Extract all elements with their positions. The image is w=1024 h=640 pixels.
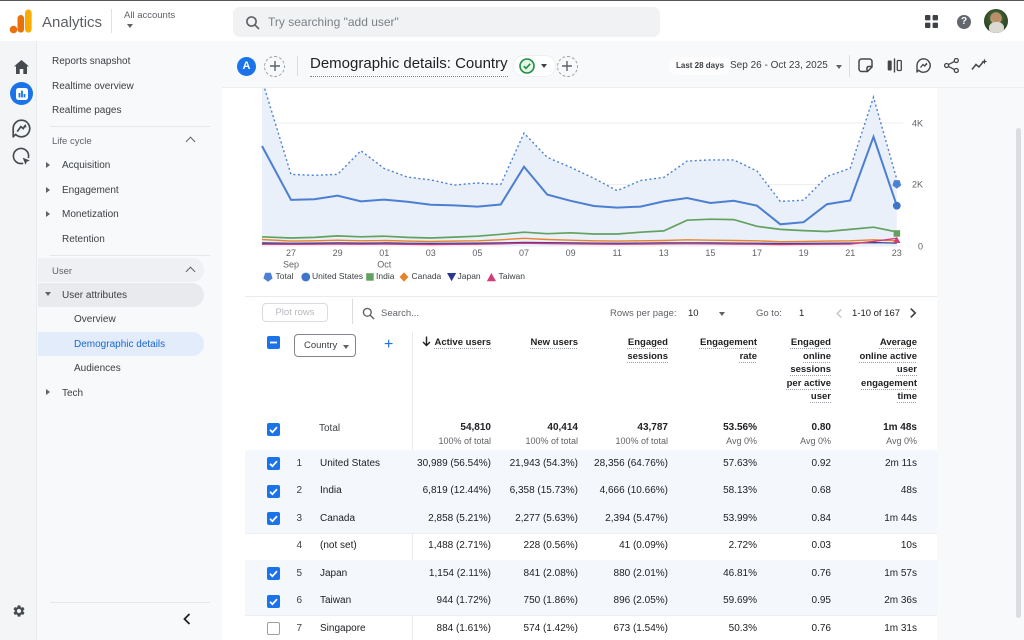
svg-text:Oct: Oct xyxy=(377,260,392,270)
svg-text:15: 15 xyxy=(705,248,715,258)
svg-text:11: 11 xyxy=(613,248,622,258)
svg-text:19: 19 xyxy=(799,248,809,258)
svg-text:03: 03 xyxy=(426,248,436,258)
svg-text:Sep: Sep xyxy=(283,260,299,270)
svg-text:01: 01 xyxy=(379,248,389,258)
svg-text:27: 27 xyxy=(286,248,296,258)
svg-text:0: 0 xyxy=(918,242,923,252)
svg-text:23: 23 xyxy=(892,248,902,258)
svg-text:17: 17 xyxy=(752,248,762,258)
svg-text:29: 29 xyxy=(333,248,343,258)
svg-text:05: 05 xyxy=(472,248,482,258)
svg-text:13: 13 xyxy=(659,248,669,258)
svg-text:4K: 4K xyxy=(912,119,923,129)
svg-text:2K: 2K xyxy=(912,180,923,190)
svg-text:21: 21 xyxy=(845,248,855,258)
svg-text:07: 07 xyxy=(519,248,529,258)
svg-text:09: 09 xyxy=(566,248,576,258)
